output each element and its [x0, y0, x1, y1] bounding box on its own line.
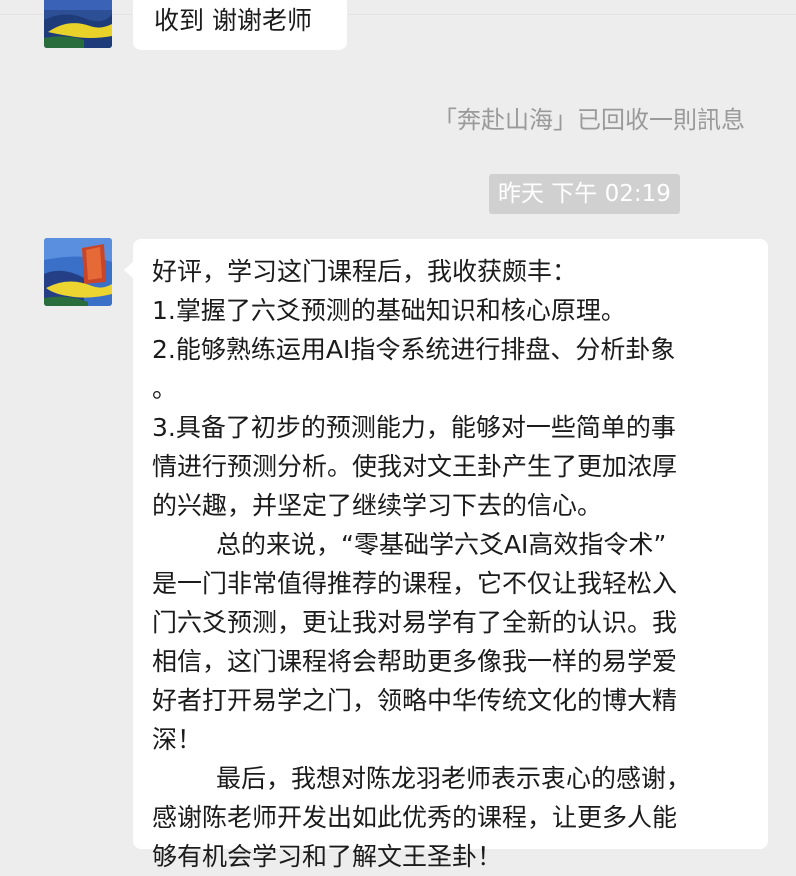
- message-line: 门六爻预测，更让我对易学有了全新的认识。我: [152, 608, 678, 637]
- message-line: 是一门非常值得推荐的课程，它不仅让我轻松入: [152, 569, 678, 598]
- landscape-avatar-icon: [44, 0, 112, 48]
- bubble-tail: [124, 261, 134, 279]
- recall-notice: 「奔赴山海」已回收一則訊息: [433, 106, 745, 134]
- message-bubble[interactable]: 收到 谢谢老师: [133, 0, 347, 50]
- message-line: 相信，这门课程将会帮助更多像我一样的易学爱: [152, 647, 678, 676]
- message-line: 的兴趣，并坚定了继续学习下去的信心。: [152, 491, 603, 520]
- avatar[interactable]: [44, 238, 112, 306]
- message-line: 情进行预测分析。使我对文王卦产生了更加浓厚: [152, 452, 678, 481]
- timestamp-badge: 昨天 下午 02:19: [489, 174, 680, 214]
- message-text: 好评，学习这门课程后，我收获颇丰： 1.掌握了六爻预测的基础知识和核心原理。 2…: [152, 252, 752, 876]
- top-divider: [0, 14, 796, 15]
- message-line: 1.掌握了六爻预测的基础知识和核心原理。: [152, 296, 626, 325]
- message-line: 总的来说，“零基础学六爻AI高效指令术”: [216, 530, 667, 559]
- avatar[interactable]: [44, 0, 112, 48]
- message-line: 好评，学习这门课程后，我收获颇丰：: [152, 257, 578, 286]
- message-line: 够有机会学习和了解文王圣卦！: [152, 842, 503, 871]
- message-line: 。: [152, 374, 178, 403]
- message-line: 感谢陈老师开发出如此优秀的课程，让更多人能: [152, 803, 678, 832]
- message-line: 好者打开易学之门，领略中华传统文化的博大精: [152, 686, 678, 715]
- message-line: 最后，我想对陈龙羽老师表示衷心的感谢，: [216, 764, 692, 793]
- message-line: 3.具备了初步的预测能力，能够对一些简单的事: [152, 413, 676, 442]
- message-text: 收到 谢谢老师: [154, 6, 312, 35]
- message-line: 2.能够熟练运用AI指令系统进行排盘、分析卦象: [152, 335, 676, 364]
- message-line: 深！: [152, 725, 203, 754]
- message-bubble[interactable]: 好评，学习这门课程后，我收获颇丰： 1.掌握了六爻预测的基础知识和核心原理。 2…: [124, 239, 768, 871]
- landscape-avatar-icon: [44, 238, 112, 306]
